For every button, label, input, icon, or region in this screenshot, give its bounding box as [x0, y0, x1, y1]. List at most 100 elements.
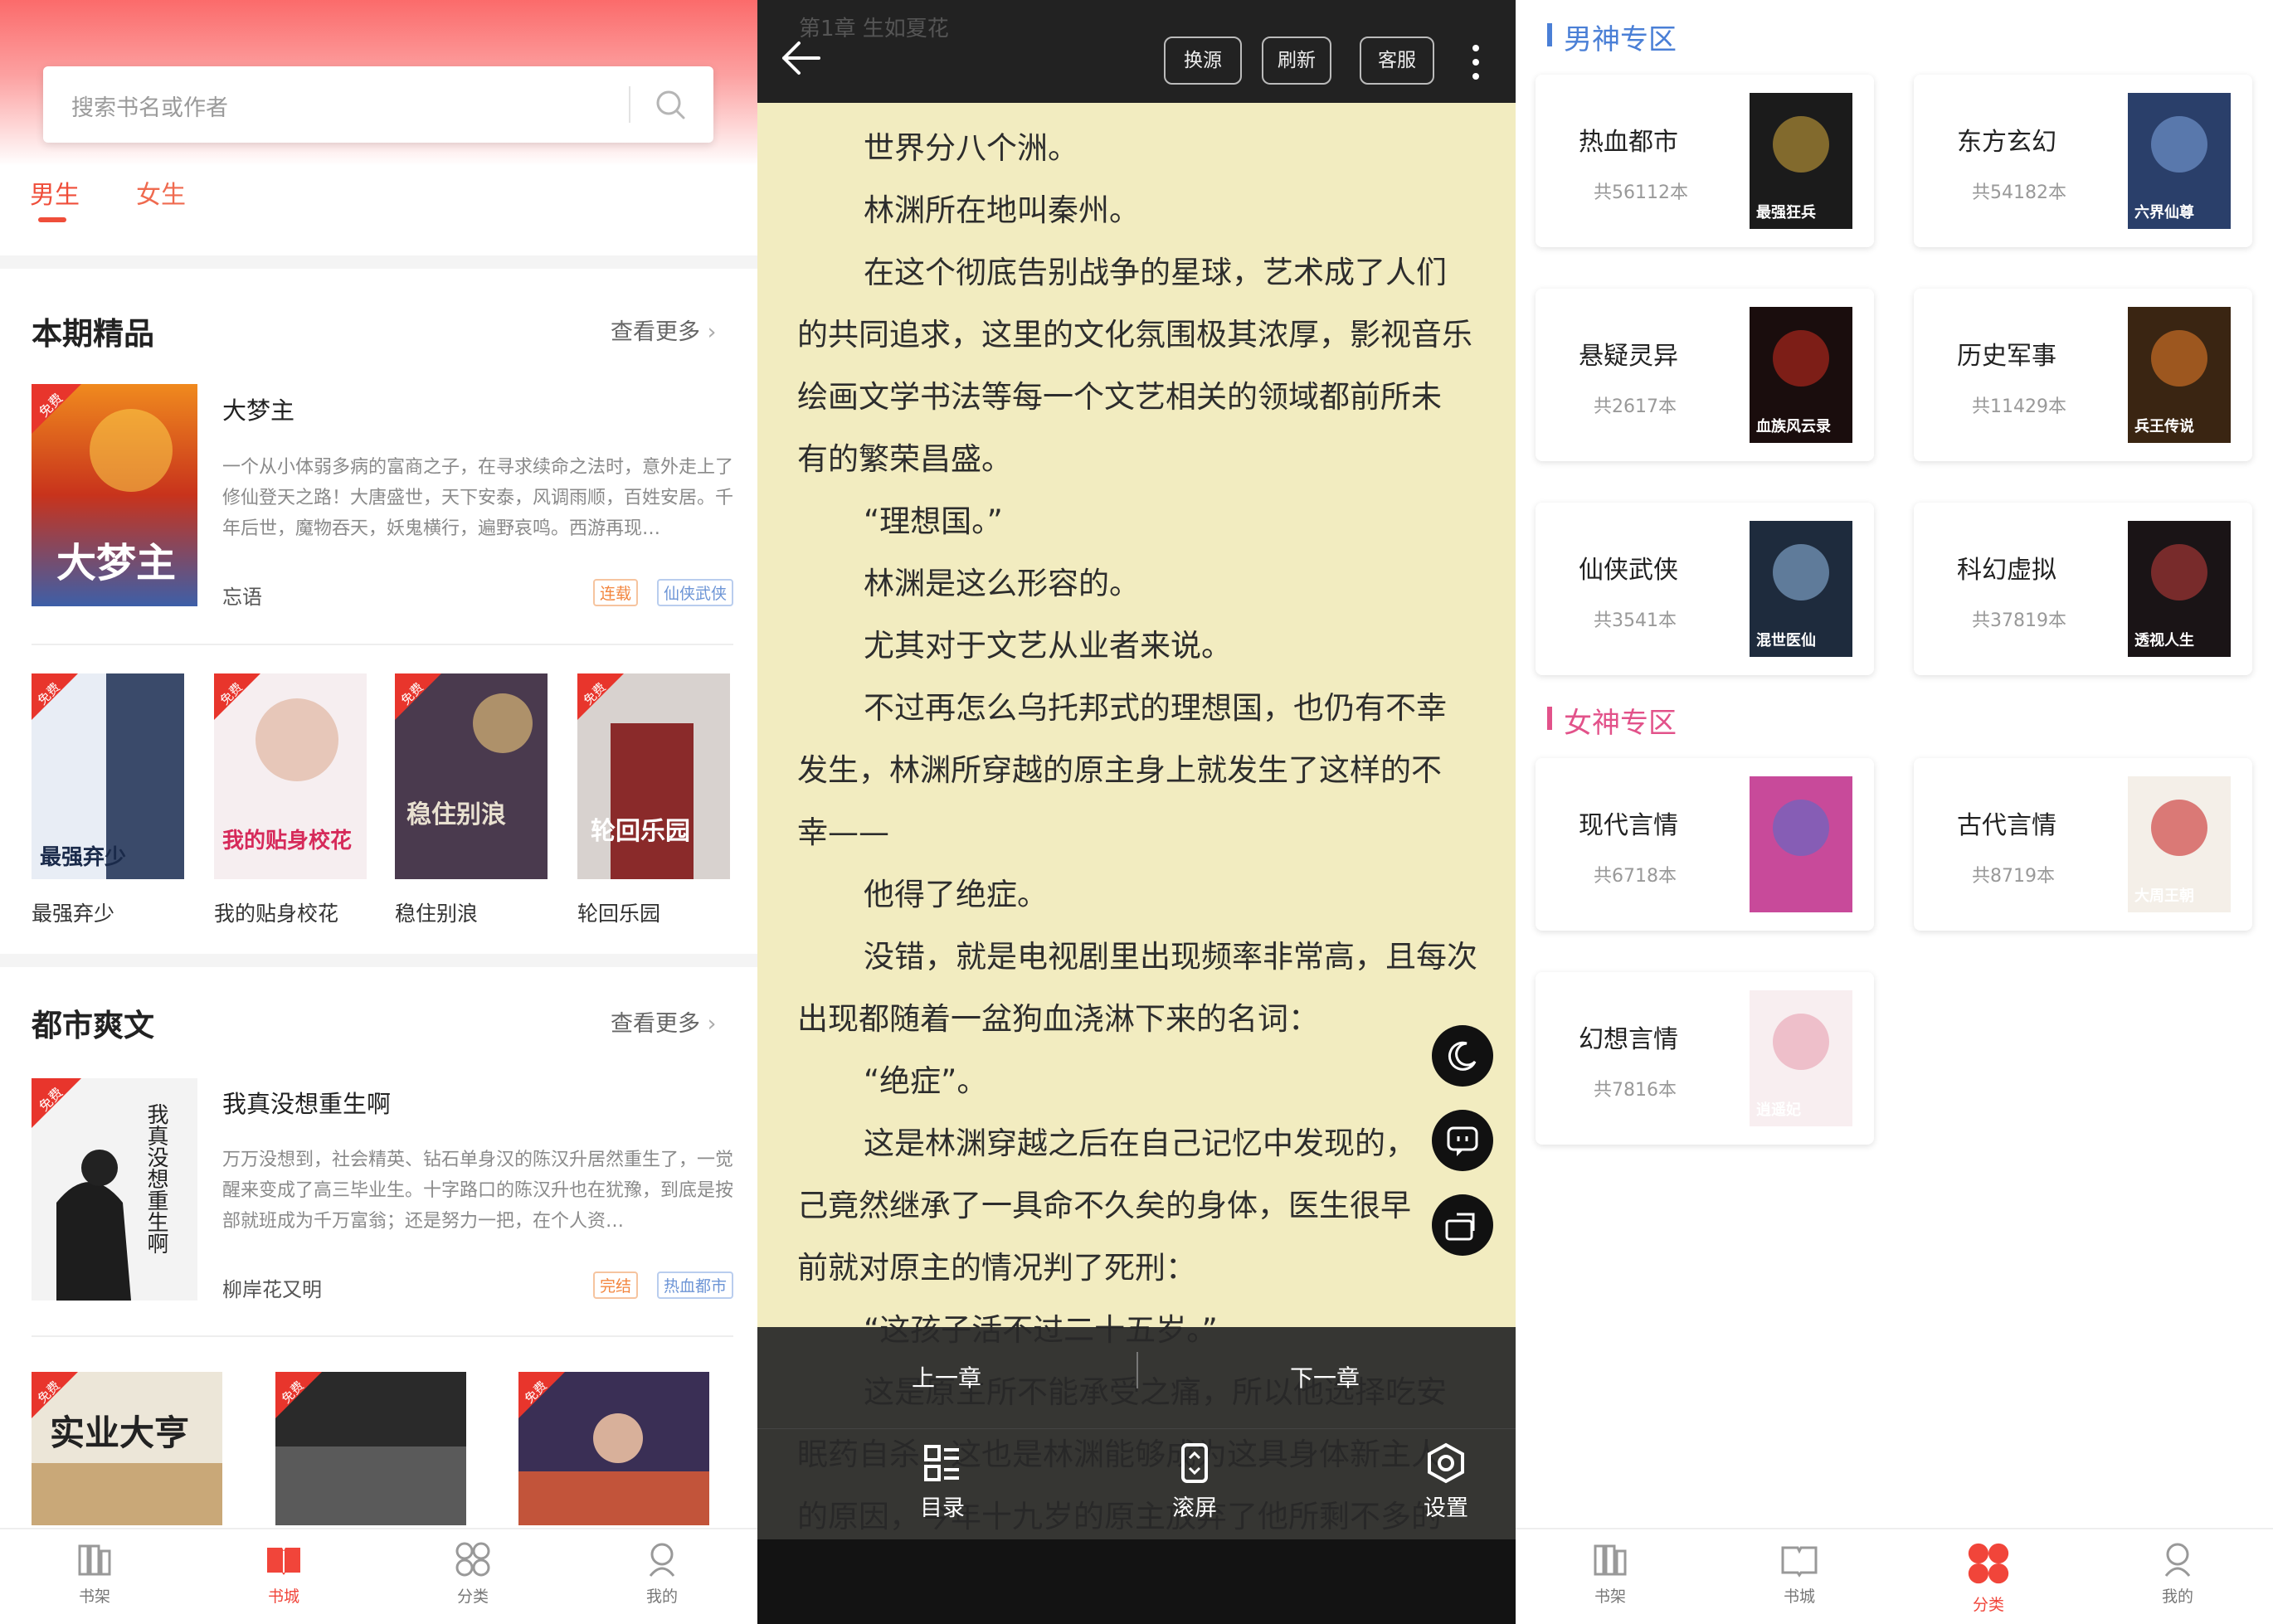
comment-button[interactable]	[1432, 1110, 1493, 1171]
nav-store[interactable]: 书城	[234, 1539, 333, 1607]
bottom-nav: 书架 书城 分类 我的	[0, 1528, 757, 1624]
book-cover[interactable]: 免费	[275, 1372, 466, 1525]
text-line: 的共同追求，这里的文化氛围极其浓厚，影视音乐	[797, 317, 1472, 353]
category-count: 共2617本	[1594, 396, 1677, 417]
section-title: 都市爽文	[32, 1008, 154, 1043]
back-arrow-icon[interactable]	[777, 38, 824, 78]
tab-indicator	[38, 217, 66, 222]
category-name: 悬疑灵异	[1579, 342, 1678, 371]
category-card[interactable]: 现代言情 共6718本	[1536, 758, 1874, 931]
cover-title: 最强狂兵	[1756, 204, 1816, 221]
cover-title: 大梦主	[56, 540, 176, 586]
text-line: 世界分八个洲。	[864, 130, 1078, 166]
book-cover[interactable]: 免费 我的贴身校花	[214, 673, 367, 879]
tab-male[interactable]: 男生	[30, 174, 80, 211]
category-count: 共54182本	[1972, 182, 2066, 203]
book-description: 万万没想到，社会精英、钻石单身汉的陈汉升居然重生了，一觉醒来变成了高三毕业生。十…	[222, 1150, 734, 1232]
section-separator	[0, 954, 757, 967]
book-name[interactable]: 我的贴身校花	[214, 897, 338, 927]
rotate-screen-button[interactable]	[1432, 1194, 1493, 1256]
category-card[interactable]: 古代言情 共8719本 大周王朝	[1914, 758, 2252, 931]
category-count: 共7816本	[1594, 1080, 1677, 1101]
book-cover[interactable]: 免费 轮回乐园	[577, 673, 730, 879]
more-vertical-icon[interactable]	[1467, 41, 1484, 83]
category-cover: 最强狂兵	[1750, 93, 1852, 229]
category-card[interactable]: 科幻虚拟 共37819本 透视人生	[1914, 503, 2252, 675]
moon-icon	[1448, 1041, 1477, 1071]
zone-marker	[1547, 707, 1552, 730]
cover-title: 最强弃少	[40, 844, 126, 870]
cover-title: 透视人生	[2134, 631, 2194, 649]
view-more-link[interactable]: 查看更多 ›	[611, 1005, 716, 1038]
scroll-mode-button[interactable]: 滚屏	[1136, 1442, 1253, 1522]
cover-title: 六界仙尊	[2134, 203, 2194, 221]
category-name: 幻想言情	[1579, 1025, 1678, 1054]
text-line: 发生，林渊所穿越的原主身上就发生了这样的不	[797, 752, 1442, 788]
genre-badge: 热血都市	[657, 1271, 734, 1299]
nav-shelf[interactable]: 书架	[1560, 1539, 1660, 1607]
cover-title: 兵王传说	[2134, 417, 2194, 435]
settings-button[interactable]: 设置	[1388, 1442, 1504, 1522]
book-cover[interactable]: 免费	[518, 1372, 709, 1525]
night-mode-button[interactable]	[1432, 1025, 1493, 1087]
book-description: 一个从小体弱多病的富商之子，在寻求续命之法时，意外走上了修仙登天之路！大唐盛世，…	[222, 457, 734, 539]
text-line: 尤其对于文艺从业者来说。	[864, 628, 1232, 664]
book-name[interactable]: 最强弃少	[32, 897, 114, 927]
nav-profile[interactable]: 我的	[612, 1539, 712, 1607]
category-card[interactable]: 历史军事 共11429本 兵王传说	[1914, 289, 2252, 461]
category-name: 科幻虚拟	[1957, 556, 2056, 585]
rotate-icon	[1445, 1213, 1475, 1241]
category-card[interactable]: 幻想言情 共7816本 逍遥妃	[1536, 972, 1874, 1145]
category-cover: 透视人生	[2128, 521, 2231, 657]
category-card[interactable]: 仙侠武侠 共3541本 混世医仙	[1536, 503, 1874, 675]
zone-title: 女神专区	[1564, 707, 1677, 740]
category-name: 热血都市	[1579, 128, 1678, 157]
view-more-link[interactable]: 查看更多 ›	[611, 314, 716, 346]
zone-marker	[1547, 23, 1552, 46]
category-card[interactable]: 悬疑灵异共2617本血族风云录	[1536, 289, 1874, 461]
tab-female[interactable]: 女生	[136, 174, 186, 211]
service-button[interactable]: 客服	[1360, 36, 1434, 85]
category-card[interactable]: 热血都市 共56112本 最强狂兵	[1536, 75, 1874, 247]
scroll-icon	[1181, 1443, 1208, 1483]
category-name: 东方玄幻	[1957, 128, 2056, 157]
book-cover[interactable]: 免费 我真没想重生啊	[32, 1078, 197, 1301]
nav-profile[interactable]: 我的	[2128, 1539, 2227, 1607]
bookshelf-icon	[1594, 1544, 1627, 1576]
nav-store[interactable]: 书城	[1750, 1539, 1849, 1607]
book-name[interactable]: 我真没想重生啊	[222, 1085, 391, 1120]
refresh-button[interactable]: 刷新	[1262, 36, 1331, 85]
category-cover: 混世医仙	[1750, 521, 1852, 657]
status-badge: 连载	[593, 579, 639, 606]
zone-title: 男神专区	[1564, 23, 1677, 56]
reader-top-bar: 第1章 生如夏花 换源 刷新 客服	[757, 0, 1516, 103]
book-cover[interactable]: 免费 大梦主	[32, 384, 197, 606]
next-chapter-button[interactable]: 下一章	[1290, 1360, 1360, 1393]
nav-category[interactable]: 分类	[1939, 1539, 2038, 1615]
category-cover	[1750, 776, 1852, 912]
chapter-nav-bar: 上一章 下一章	[757, 1327, 1516, 1428]
book-cover[interactable]: 免费 稳住别浪	[395, 673, 548, 879]
section-separator	[0, 255, 757, 269]
book-author: 柳岸花又明	[222, 1278, 322, 1301]
book-cover[interactable]: 免费 最强弃少	[32, 673, 184, 879]
nav-category[interactable]: 分类	[423, 1539, 523, 1607]
nav-shelf[interactable]: 书架	[45, 1539, 144, 1607]
category-icon	[455, 1542, 490, 1577]
bottom-nav: 书架 书城 分类 我的	[1516, 1528, 2273, 1624]
book-name[interactable]: 轮回乐园	[577, 897, 660, 927]
text-line: 绘画文学书法等每一个文艺相关的领域都前所未	[797, 379, 1442, 415]
book-name[interactable]: 大梦主	[222, 391, 294, 426]
search-bar[interactable]: 搜索书名或作者	[43, 66, 713, 143]
text-line: “绝症”。	[864, 1063, 988, 1099]
prev-chapter-button[interactable]: 上一章	[912, 1360, 981, 1393]
toc-button[interactable]: 目录	[884, 1442, 1000, 1522]
book-icon	[267, 1548, 300, 1575]
category-count: 共6718本	[1594, 866, 1677, 887]
cover-title: 血族风云录	[1756, 417, 1831, 435]
category-card[interactable]: 东方玄幻共54182本六界仙尊	[1914, 75, 2252, 247]
book-cover[interactable]: 免费 实业大亨	[32, 1372, 222, 1525]
search-icon[interactable]	[652, 86, 689, 123]
change-source-button[interactable]: 换源	[1164, 36, 1242, 85]
book-name[interactable]: 稳住别浪	[395, 897, 478, 927]
